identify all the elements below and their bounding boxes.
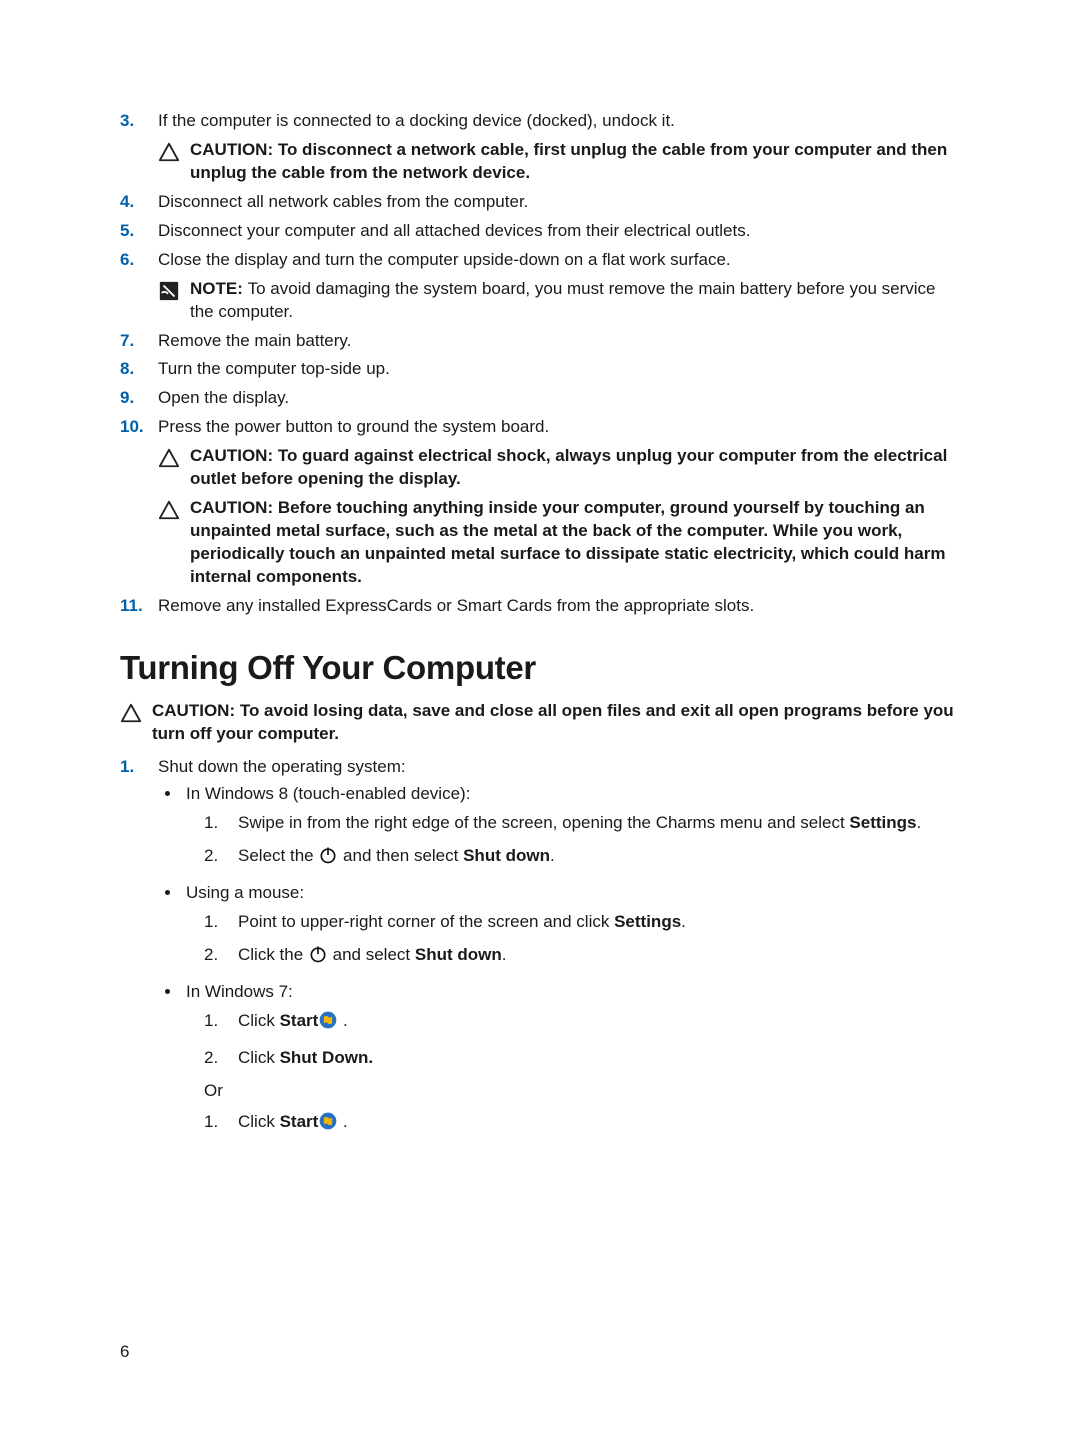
step-text: Close the display and turn the computer … [158, 250, 731, 269]
or-separator: Or [204, 1080, 960, 1103]
mouse-steps: 1. Point to upper-right corner of the sc… [204, 911, 960, 971]
substep-number: 2. [204, 1047, 218, 1070]
step-9: 9. Open the display. [120, 387, 960, 410]
win7-steps-alt: 1. Click Start . [204, 1111, 960, 1138]
bullet-mouse: Using a mouse: 1. Point to upper-right c… [182, 882, 960, 971]
bullet-label: In Windows 8 (touch-enabled device): [186, 784, 470, 803]
caution-text: To disconnect a network cable, first unp… [190, 140, 947, 182]
shutdown-step-1: 1. Shut down the operating system: In Wi… [120, 756, 960, 1137]
bullet-win8: In Windows 8 (touch-enabled device): 1. … [182, 783, 960, 872]
caution-icon [158, 447, 180, 469]
substep-text: Click Start . [238, 1011, 348, 1030]
caution-label: CAUTION: [190, 446, 278, 465]
substep-text: Click Start . [238, 1112, 348, 1131]
step-8: 8. Turn the computer top-side up. [120, 358, 960, 381]
step-text: If the computer is connected to a dockin… [158, 111, 675, 130]
step-number: 9. [120, 387, 134, 410]
step-10: 10. Press the power button to ground the… [120, 416, 960, 589]
caution-icon [158, 499, 180, 521]
step-text: Disconnect your computer and all attache… [158, 221, 750, 240]
power-icon [318, 845, 338, 872]
note-text: To avoid damaging the system board, you … [190, 279, 936, 321]
substep-text: Click Shut Down. [238, 1048, 373, 1067]
caution-label: CAUTION: [190, 140, 278, 159]
os-bullet-list: In Windows 8 (touch-enabled device): 1. … [158, 783, 960, 1137]
step-11: 11. Remove any installed ExpressCards or… [120, 595, 960, 618]
top-ordered-list: 3. If the computer is connected to a doc… [120, 110, 960, 618]
win7-steps: 1. Click Start . 2. Click Shut Down. [204, 1010, 960, 1070]
step-4: 4. Disconnect all network cables from th… [120, 191, 960, 214]
step-number: 11. [120, 595, 143, 618]
step-text: Open the display. [158, 388, 289, 407]
caution-icon [158, 141, 180, 163]
windows-start-icon [318, 1010, 338, 1037]
caution-admonition: CAUTION: To disconnect a network cable, … [158, 139, 960, 185]
bullet-label: In Windows 7: [186, 982, 293, 1001]
document-page: 3. If the computer is connected to a doc… [0, 0, 1080, 1434]
substep-text: Select the and then select Shut down. [238, 846, 555, 865]
step-number: 8. [120, 358, 134, 381]
mouse-step-2: 2. Click the and select Shut down. [204, 944, 960, 971]
note-admonition: NOTE: To avoid damaging the system board… [158, 278, 960, 324]
note-label: NOTE: [190, 279, 248, 298]
substep-number: 2. [204, 944, 218, 967]
step-number: 6. [120, 249, 134, 272]
step-text: Turn the computer top-side up. [158, 359, 390, 378]
caution-admonition: CAUTION: To avoid losing data, save and … [120, 700, 960, 746]
step-number: 1. [120, 756, 134, 779]
win8-step-2: 2. Select the and then select Shut down. [204, 845, 960, 872]
step-text: Remove any installed ExpressCards or Sma… [158, 596, 754, 615]
substep-number: 1. [204, 1111, 218, 1134]
bullet-label: Using a mouse: [186, 883, 304, 902]
win8-step-1: 1. Swipe in from the right edge of the s… [204, 812, 960, 835]
step-7: 7. Remove the main battery. [120, 330, 960, 353]
caution-admonition: CAUTION: To guard against electrical sho… [158, 445, 960, 491]
step-number: 3. [120, 110, 134, 133]
win7-step-1: 1. Click Start . [204, 1010, 960, 1037]
step-text: Press the power button to ground the sys… [158, 417, 549, 436]
caution-icon [120, 702, 142, 724]
step-text: Shut down the operating system: [158, 757, 406, 776]
bullet-win7: In Windows 7: 1. Click Start . 2. Click … [182, 981, 960, 1138]
section-heading: Turning Off Your Computer [120, 646, 960, 691]
step-6: 6. Close the display and turn the comput… [120, 249, 960, 324]
substep-number: 2. [204, 845, 218, 868]
substep-text: Swipe in from the right edge of the scre… [238, 813, 921, 832]
win7-step-2: 2. Click Shut Down. [204, 1047, 960, 1070]
caution-text: To avoid losing data, save and close all… [152, 701, 954, 743]
caution-label: CAUTION: [190, 498, 278, 517]
step-text: Remove the main battery. [158, 331, 351, 350]
win7b-step-1: 1. Click Start . [204, 1111, 960, 1138]
substep-number: 1. [204, 1010, 218, 1033]
step-text: Disconnect all network cables from the c… [158, 192, 528, 211]
step-number: 4. [120, 191, 134, 214]
note-icon [158, 280, 180, 302]
power-icon [308, 944, 328, 971]
caution-admonition: CAUTION: Before touching anything inside… [158, 497, 960, 589]
substep-text: Click the and select Shut down. [238, 945, 506, 964]
step-5: 5. Disconnect your computer and all atta… [120, 220, 960, 243]
step-number: 10. [120, 416, 144, 439]
win8-steps: 1. Swipe in from the right edge of the s… [204, 812, 960, 872]
substep-number: 1. [204, 812, 218, 835]
windows-start-icon [318, 1111, 338, 1138]
substep-number: 1. [204, 911, 218, 934]
step-3: 3. If the computer is connected to a doc… [120, 110, 960, 185]
caution-label: CAUTION: [152, 701, 240, 720]
page-number: 6 [120, 1341, 129, 1364]
caution-text: To guard against electrical shock, alway… [190, 446, 947, 488]
caution-text: Before touching anything inside your com… [190, 498, 945, 586]
step-number: 7. [120, 330, 134, 353]
mouse-step-1: 1. Point to upper-right corner of the sc… [204, 911, 960, 934]
shutdown-ordered-list: 1. Shut down the operating system: In Wi… [120, 756, 960, 1137]
substep-text: Point to upper-right corner of the scree… [238, 912, 686, 931]
step-number: 5. [120, 220, 134, 243]
